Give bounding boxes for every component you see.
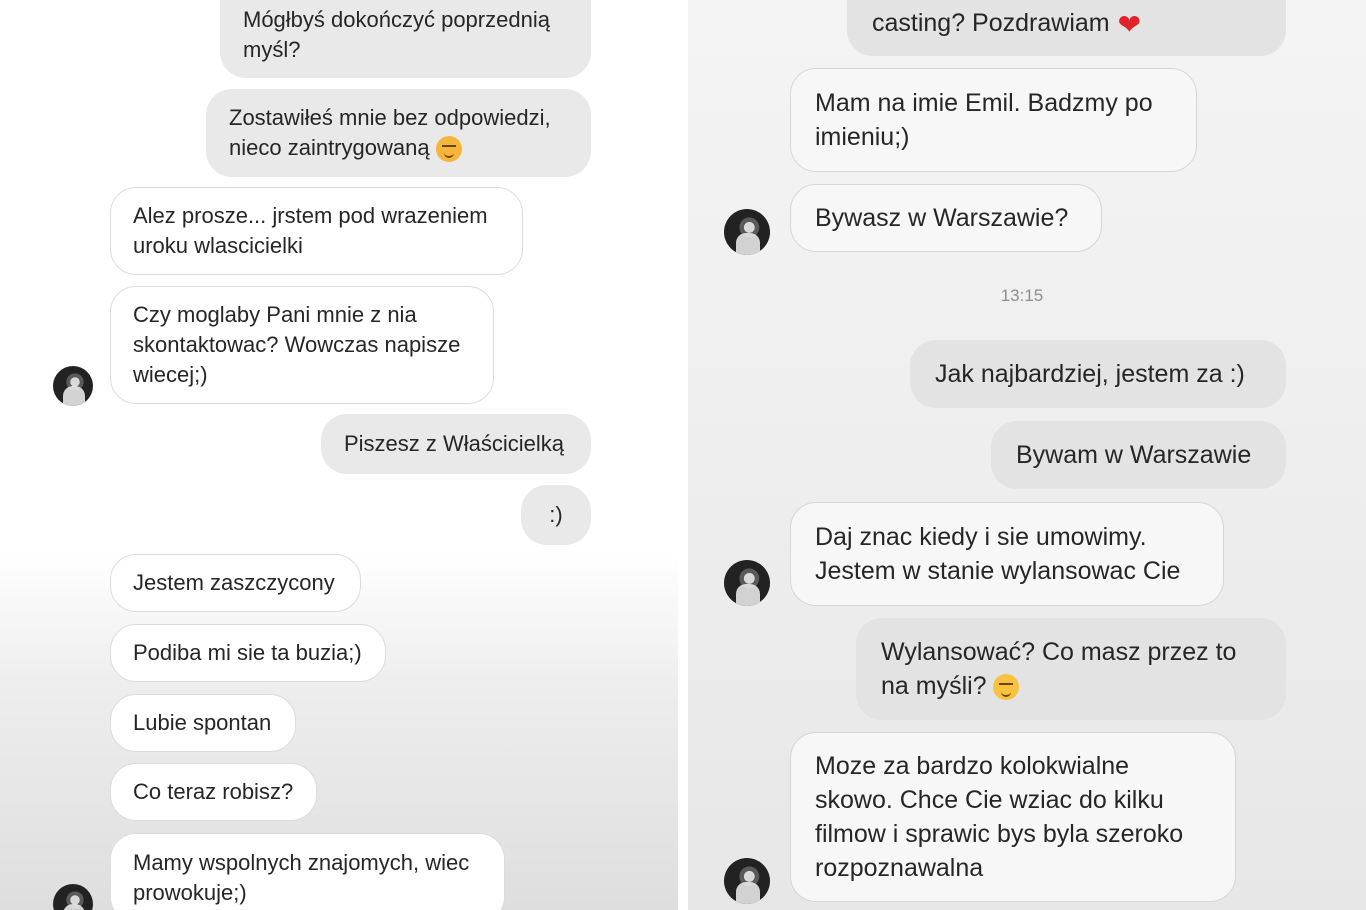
message-text: Mamy wspolnych znajomych, wiec prowokuje…	[133, 850, 470, 905]
message-text: Mam na imie Emil. Badzmy po imieniu;)	[815, 89, 1153, 151]
sender-avatar[interactable]	[724, 209, 770, 255]
message-text: Alez prosze... jrstem pod wrazeniem urok…	[133, 203, 488, 258]
message-text: Lubie spontan	[133, 710, 272, 735]
incoming-message: Alez prosze... jrstem pod wrazeniem urok…	[110, 187, 523, 275]
smiling-face-emoji-icon	[992, 674, 1019, 701]
red-heart-icon: ❤	[1117, 8, 1142, 40]
message-text: Bywam w Warszawie	[1016, 441, 1252, 469]
outgoing-message: Piszesz z Właścicielką	[321, 414, 591, 474]
message-timestamp: 13:15	[1000, 286, 1044, 305]
message-text: Moze za bardzo kolokwialne skowo. Chce C…	[815, 752, 1184, 882]
incoming-message: Podiba mi sie ta buzia;)	[110, 624, 386, 682]
panel-divider	[678, 0, 688, 910]
flushed-face-emoji-icon	[435, 136, 462, 163]
message-text: Czy moglaby Pani mnie z nia skontaktowac…	[133, 302, 461, 387]
incoming-message: Czy moglaby Pani mnie z nia skontaktowac…	[110, 286, 494, 404]
incoming-message: Mamy wspolnych znajomych, wiec prowokuje…	[110, 833, 505, 910]
message-text: :)	[549, 502, 563, 527]
outgoing-message: Mógłbyś dokończyć poprzednią myśl?	[220, 0, 591, 78]
message-text: Bywasz w Warszawie?	[815, 204, 1069, 232]
outgoing-message: Jak najbardziej, jestem za :)	[910, 340, 1286, 408]
incoming-message: Bywasz w Warszawie?	[790, 184, 1102, 252]
message-text: Wylansować? Co masz przez to na myśli?	[881, 638, 1237, 701]
message-text: Mógłbyś dokończyć poprzednią myśl?	[243, 7, 550, 62]
outgoing-message: Zostawiłeś mnie bez odpowiedzi, nieco za…	[206, 89, 591, 177]
message-text: Zostawiłeś mnie bez odpowiedzi, nieco za…	[229, 103, 551, 163]
message-text: Podiba mi sie ta buzia;)	[133, 640, 362, 665]
message-text: Co teraz robisz?	[133, 779, 294, 804]
outgoing-message: casting? Pozdrawiam ❤	[847, 0, 1286, 56]
outgoing-message: Wylansować? Co masz przez to na myśli?	[856, 618, 1286, 720]
message-text: Daj znac kiedy i sie umowimy. Jestem w s…	[815, 523, 1181, 585]
sender-avatar[interactable]	[53, 366, 93, 406]
incoming-message: Moze za bardzo kolokwialne skowo. Chce C…	[790, 732, 1236, 902]
incoming-message: Mam na imie Emil. Badzmy po imieniu;)	[790, 68, 1197, 172]
sender-avatar[interactable]	[724, 858, 770, 904]
outgoing-message: Bywam w Warszawie	[991, 421, 1286, 489]
sender-avatar[interactable]	[53, 884, 93, 910]
message-text: casting? Pozdrawiam ❤	[872, 8, 1142, 40]
incoming-message: Jestem zaszczycony	[110, 554, 361, 612]
incoming-message: Co teraz robisz?	[110, 763, 317, 821]
right-chat-screenshot: casting? Pozdrawiam ❤ Mam na imie Emil. B…	[688, 0, 1366, 910]
message-text: Jestem zaszczycony	[133, 570, 335, 595]
sender-avatar[interactable]	[724, 560, 770, 606]
left-chat-screenshot: Mógłbyś dokończyć poprzednią myśl? Zosta…	[0, 0, 678, 910]
outgoing-message: :)	[521, 485, 591, 545]
message-text: Piszesz z Właścicielką	[344, 431, 565, 456]
incoming-message: Daj znac kiedy i sie umowimy. Jestem w s…	[790, 502, 1224, 606]
message-text: Jak najbardziej, jestem za :)	[935, 360, 1245, 388]
incoming-message: Lubie spontan	[110, 694, 296, 752]
